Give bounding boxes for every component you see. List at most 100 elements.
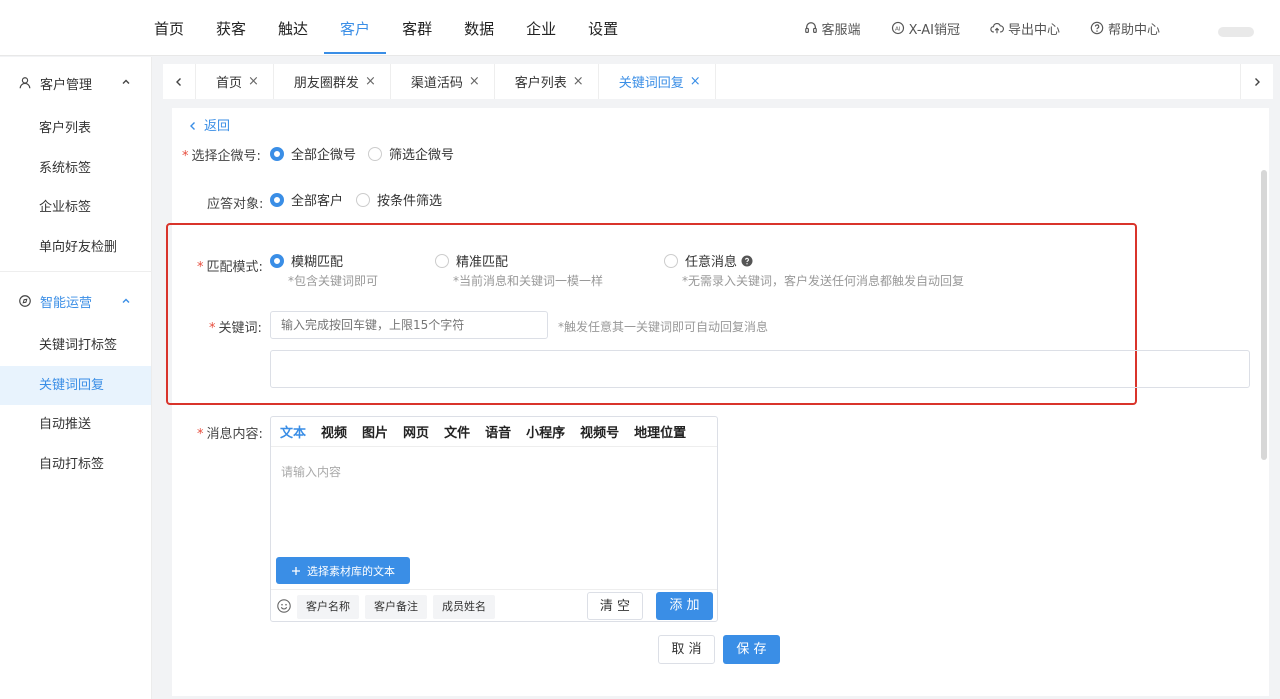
message-textarea[interactable]: 请输入内容 <box>281 463 341 480</box>
user-icon <box>19 77 31 89</box>
tab-moments-broadcast[interactable]: 朋友圈群发 × <box>274 64 391 99</box>
radio-filter-accounts[interactable]: 筛选企微号 <box>368 144 454 163</box>
msg-tab-video[interactable]: 视频 <box>321 422 347 441</box>
sidebar-item-enterprise-tags[interactable]: 企业标签 <box>0 188 151 228</box>
customer-service-label: 客服端 <box>821 22 861 38</box>
exact-match-hint: *当前消息和关键词一模一样 <box>453 274 604 288</box>
export-center-link[interactable]: 导出中心 <box>990 19 1060 38</box>
tab-keyword-reply[interactable]: 关键词回复 × <box>598 64 716 99</box>
customer-service-link[interactable]: 客服端 <box>804 19 861 38</box>
chevron-right-icon <box>1255 77 1260 86</box>
cancel-button[interactable]: 取 消 <box>658 635 715 664</box>
sidebar-group-smart-ops[interactable]: 智能运营 <box>0 276 151 326</box>
insert-customer-name-chip[interactable]: 客户名称 <box>297 595 359 619</box>
insert-customer-remark-chip[interactable]: 客户备注 <box>365 595 427 619</box>
tab-home[interactable]: 首页 × <box>196 64 274 99</box>
radio-condition-filter[interactable]: 按条件筛选 <box>356 190 442 209</box>
menu-settings[interactable]: 设置 <box>572 0 634 56</box>
radio-dot <box>435 253 449 268</box>
message-content-label: * 消息内容: <box>197 423 263 442</box>
select-library-text-button[interactable]: 选择素材库的文本 <box>276 557 410 584</box>
insert-member-name-chip[interactable]: 成员姓名 <box>433 595 495 619</box>
help-icon <box>1090 21 1104 35</box>
clear-button[interactable]: 清 空 <box>587 592 643 620</box>
tab-label: 客户列表 <box>514 76 567 91</box>
emoji-icon[interactable] <box>277 599 291 613</box>
radio-any-message[interactable]: 任意消息 <box>664 251 753 270</box>
sidebar-item-auto-tagging[interactable]: 自动打标签 <box>0 445 151 485</box>
menu-customer-group[interactable]: 客群 <box>386 0 448 56</box>
menu-enterprise[interactable]: 企业 <box>510 0 572 56</box>
msg-tab-location[interactable]: 地理位置 <box>634 422 686 441</box>
ai-sales-label: X-AI销冠 <box>908 22 960 38</box>
radio-label: 全部企微号 <box>291 148 357 163</box>
sidebar-item-auto-push[interactable]: 自动推送 <box>0 405 151 445</box>
msg-tab-mini-program[interactable]: 小程序 <box>526 422 565 441</box>
top-tools: 客服端 AI X-AI销冠 导出中心 帮助中心 <box>774 0 1160 56</box>
radio-label: 按条件筛选 <box>377 194 443 209</box>
top-navbar: 首页 获客 触达 客户 客群 数据 企业 设置 客服端 AI X-AI销冠 导出… <box>0 0 1280 56</box>
close-icon[interactable]: × <box>365 74 376 89</box>
chevron-up-icon <box>122 298 130 303</box>
sidebar-group-label: 智能运营 <box>40 295 93 311</box>
close-icon[interactable]: × <box>690 74 701 89</box>
back-link[interactable]: 返回 <box>188 115 230 134</box>
export-center-label: 导出中心 <box>1007 22 1060 38</box>
page-scrollbar[interactable] <box>1261 170 1267 460</box>
close-icon[interactable]: × <box>469 74 480 89</box>
tab-customer-list[interactable]: 客户列表 × <box>495 64 599 99</box>
ai-sales-link[interactable]: AI X-AI销冠 <box>891 19 960 38</box>
select-account-text: 选择企微号: <box>191 149 261 164</box>
match-mode-text: 匹配模式: <box>206 260 263 275</box>
msg-tab-voice[interactable]: 语音 <box>485 422 511 441</box>
user-avatar[interactable] <box>1218 27 1254 37</box>
back-label: 返回 <box>204 119 231 134</box>
radio-label: 模糊匹配 <box>291 255 344 270</box>
save-button[interactable]: 保 存 <box>723 635 780 664</box>
sidebar-item-system-tags[interactable]: 系统标签 <box>0 149 151 189</box>
radio-exact-match[interactable]: 精准匹配 <box>435 251 508 270</box>
sidebar-group-label: 客户管理 <box>40 77 93 93</box>
radio-dot <box>270 192 284 207</box>
msg-tab-image[interactable]: 图片 <box>362 422 388 441</box>
msg-tab-text[interactable]: 文本 <box>280 422 306 441</box>
radio-all-accounts[interactable]: 全部企微号 <box>270 144 356 163</box>
radio-all-customers[interactable]: 全部客户 <box>270 190 343 209</box>
svg-text:AI: AI <box>895 27 901 33</box>
menu-customer[interactable]: 客户 <box>324 0 387 56</box>
sidebar-group-customer-management[interactable]: 客户管理 <box>0 57 151 109</box>
msg-tab-file[interactable]: 文件 <box>444 422 470 441</box>
radio-fuzzy-match[interactable]: 模糊匹配 <box>270 251 343 270</box>
msg-tab-channels[interactable]: 视频号 <box>580 422 619 441</box>
help-center-link[interactable]: 帮助中心 <box>1090 19 1160 38</box>
tab-label: 朋友圈群发 <box>293 76 359 91</box>
radio-dot <box>356 192 370 207</box>
menu-reach[interactable]: 触达 <box>262 0 324 56</box>
add-button[interactable]: 添 加 <box>656 592 713 620</box>
close-icon[interactable]: × <box>248 74 259 89</box>
tabs-scroll-left-button[interactable] <box>163 64 196 99</box>
reply-target-label: 应答对象: <box>207 197 264 212</box>
keyword-hint: *触发任意其一关键词即可自动回复消息 <box>558 320 769 334</box>
keyword-input[interactable] <box>270 311 548 339</box>
menu-data[interactable]: 数据 <box>448 0 510 56</box>
sidebar-item-friend-check[interactable]: 单向好友检删 <box>0 228 151 268</box>
menu-home[interactable]: 首页 <box>138 0 200 56</box>
plus-icon <box>292 566 300 575</box>
sidebar-item-keyword-reply[interactable]: 关键词回复 <box>0 365 151 405</box>
tab-channel-qrcode[interactable]: 渠道活码 × <box>391 64 495 99</box>
sidebar-item-keyword-tagging[interactable]: 关键词打标签 <box>0 326 151 366</box>
keyword-tags-area[interactable] <box>270 350 1250 388</box>
tab-label: 首页 <box>216 76 243 91</box>
tabs-scroll-right-button[interactable] <box>1240 64 1273 99</box>
sidebar-item-customer-list[interactable]: 客户列表 <box>0 109 151 149</box>
close-icon[interactable]: × <box>573 74 584 89</box>
radio-label: 任意消息 <box>685 255 738 270</box>
chevron-up-icon <box>122 79 130 84</box>
radio-dot <box>664 253 678 268</box>
keyword-reply-form: 返回 * 选择企微号: 全部企微号 筛选企微号 应答对象: 全部客户 按条件筛选 … <box>166 108 1269 696</box>
question-icon[interactable] <box>741 255 753 267</box>
required-mark: * <box>182 149 189 164</box>
msg-tab-webpage[interactable]: 网页 <box>403 422 429 441</box>
menu-acquire[interactable]: 获客 <box>200 0 262 56</box>
